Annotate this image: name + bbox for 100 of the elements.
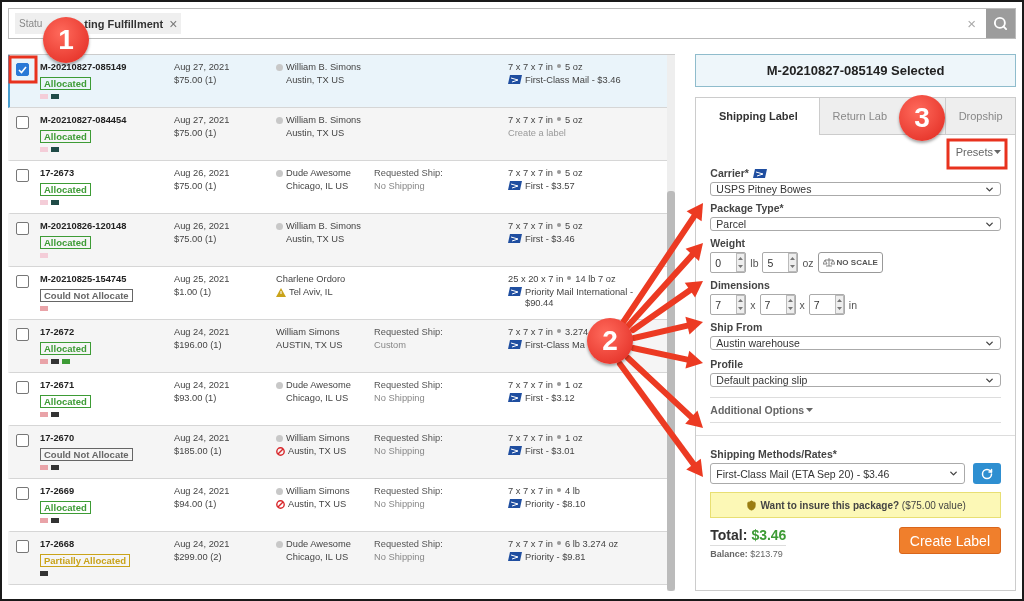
order-id[interactable]: 17-2673 xyxy=(40,168,75,180)
order-id[interactable]: 17-2672 xyxy=(40,327,75,339)
order-date: Aug 24, 2021 xyxy=(174,539,230,551)
carrier-icon xyxy=(508,551,522,561)
order-id[interactable]: 17-2669 xyxy=(40,486,75,498)
order-id[interactable]: M-20210825-154745 xyxy=(40,274,127,286)
status-badge: Allocated xyxy=(40,341,91,355)
customer-city: Austin, TX US xyxy=(288,498,347,510)
caret-icon xyxy=(994,150,1001,154)
package-weight: 14 lb 7 oz xyxy=(575,274,616,286)
customer-city: Austin, TX US xyxy=(288,445,347,457)
insurance-banner[interactable]: Want to insure this package? ($75.00 value) xyxy=(710,492,1001,518)
row-checkbox[interactable] xyxy=(16,275,29,288)
carrier-icon xyxy=(508,180,522,190)
carrier-icon xyxy=(508,339,522,349)
row-checkbox[interactable] xyxy=(16,222,29,235)
package-dimensions: 7 x 7 x 7 in xyxy=(508,62,553,74)
refresh-button[interactable] xyxy=(973,463,1001,484)
dimension-field[interactable]: 7 xyxy=(710,294,747,315)
order-total: $75.00 (1) xyxy=(174,74,217,86)
row-checkbox[interactable] xyxy=(16,434,29,447)
package-type-select[interactable]: Parcel xyxy=(710,217,1001,231)
chevron-icon xyxy=(948,468,959,479)
caret-icon xyxy=(806,408,814,412)
order-id[interactable]: 17-2670 xyxy=(40,433,75,445)
order-id[interactable]: M-20210826-120148 xyxy=(40,221,127,233)
field-label: Dimensions xyxy=(710,279,771,291)
order-id[interactable]: 17-2671 xyxy=(40,380,75,392)
times-sign: x xyxy=(750,298,756,311)
customer-name: William B. Simons xyxy=(286,115,361,127)
weight-lb-field[interactable]: 0 xyxy=(710,252,747,273)
carrier-icon xyxy=(508,498,522,508)
order-total: $299.00 (2) xyxy=(174,551,222,563)
package-dimensions: 7 x 7 x 7 in xyxy=(508,380,553,392)
status-badge: Allocated xyxy=(40,76,91,90)
spinner-icon[interactable] xyxy=(788,253,798,272)
requested-ship-value: Custom xyxy=(374,339,407,351)
shield-icon xyxy=(745,499,757,511)
customer-city: Austin, TX US xyxy=(286,127,345,139)
carrier-select[interactable]: USPS Pitney Bowes xyxy=(710,182,1001,196)
row-checkbox[interactable] xyxy=(16,63,29,76)
requested-ship-value: No Shipping xyxy=(374,498,425,510)
no-scale-button[interactable]: NO SCALE xyxy=(817,252,883,273)
dimension-field[interactable]: 7 xyxy=(808,294,845,315)
customer-city: Chicago, IL US xyxy=(286,392,349,404)
order-date: Aug 24, 2021 xyxy=(174,327,230,339)
profile-select[interactable]: Default packing slip xyxy=(710,373,1001,387)
order-row[interactable]: M-20210826-120148 Allocated Aug 26, 2021 $75.00 (1) William B. Simons Austin, TX US 7 x 7 x 7 in 5 oz First - $3.46 xyxy=(8,214,668,267)
status-badge: Allocated xyxy=(40,235,91,249)
requested-ship-label: Requested Ship: xyxy=(374,486,443,498)
customer-name: William B. Simons xyxy=(286,62,361,74)
row-checkbox[interactable] xyxy=(16,328,29,341)
order-row[interactable]: 17-2670 Could Not Allocate Aug 24, 2021 $185.00 (1) William Simons Austin, TX US Requested Ship: No Shipping 7 x 7 x 7 in 1 oz First - $3.01 xyxy=(8,426,668,479)
presets-dropdown[interactable]: Presets xyxy=(955,143,1001,161)
requested-ship-label: Requested Ship: xyxy=(374,168,443,180)
package-dimensions: 7 x 7 x 7 in xyxy=(508,433,553,445)
spinner-icon[interactable] xyxy=(834,295,844,314)
field-label: Profile xyxy=(710,358,744,370)
order-total: $1.00 (1) xyxy=(174,286,212,298)
row-checkbox[interactable] xyxy=(16,487,29,500)
scrollbar[interactable] xyxy=(667,55,676,591)
insurance-text: Want to insure this package? ($75.00 value) xyxy=(760,499,966,511)
remove-filter-button[interactable]: × xyxy=(169,15,178,32)
callout-number: 3 xyxy=(899,95,945,141)
spinner-icon[interactable] xyxy=(785,295,795,314)
additional-options-toggle[interactable]: Additional Options xyxy=(710,398,1001,422)
order-id[interactable]: M-20210827-084454 xyxy=(40,115,127,127)
search-button[interactable] xyxy=(986,9,1015,38)
unit-label: oz xyxy=(802,256,814,269)
package-weight: 5 oz xyxy=(564,62,583,74)
shipping-rate: First - $3.46 xyxy=(525,233,575,245)
customer-city: Austin, TX US xyxy=(286,74,345,86)
dimension-field[interactable]: 7 xyxy=(759,294,796,315)
carrier-icon xyxy=(508,74,522,84)
order-row[interactable]: M-20210827-084454 Allocated Aug 27, 2021 $75.00 (1) William B. Simons Austin, TX US 7 x 7 x 7 in 5 oz Create a label xyxy=(8,108,668,161)
spinner-icon[interactable] xyxy=(736,295,746,314)
shipping-rate-select[interactable]: First-Class Mail (ETA Sep 20) - $3.46 xyxy=(710,463,965,484)
order-row[interactable]: M-20210827-085149 Allocated Aug 27, 2021 $75.00 (1) William B. Simons Austin, TX US 7 x 7 x 7 in 5 oz First-Class Mail - $3.46 xyxy=(8,55,668,108)
requested-ship-label: Requested Ship: xyxy=(374,433,443,445)
package-weight: 1 oz xyxy=(564,433,583,445)
spinner-icon[interactable] xyxy=(736,253,746,272)
scale-icon xyxy=(822,258,835,267)
bullet-icon xyxy=(556,117,561,121)
weight-oz-field[interactable]: 5 xyxy=(762,252,799,273)
ship-from-select[interactable]: Austin warehouse xyxy=(710,336,1001,350)
row-checkbox[interactable] xyxy=(16,540,29,553)
package-dimensions: 7 x 7 x 7 in xyxy=(508,486,553,498)
package-dimensions: 7 x 7 x 7 in xyxy=(508,221,553,233)
order-total: $196.00 (1) xyxy=(174,339,222,351)
shipping-rate: First - $3.01 xyxy=(525,445,575,457)
shipping-rate: Priority - $9.81 xyxy=(525,551,586,563)
row-checkbox[interactable] xyxy=(16,116,29,129)
order-id[interactable]: M-20210827-085149 xyxy=(40,62,127,74)
unit-label: lb xyxy=(750,256,759,269)
order-id[interactable]: 17-2668 xyxy=(40,539,75,551)
requested-ship-value: No Shipping xyxy=(374,551,425,563)
row-checkbox[interactable] xyxy=(16,169,29,182)
row-checkbox[interactable] xyxy=(16,381,29,394)
status-badge: Could Not Allocate xyxy=(40,447,133,461)
order-row[interactable]: 17-2668 Partially Allocated Aug 24, 2021 $299.00 (2) Dude Awesome Chicago, IL US Requested Ship: No Shipping 7 x 7 x 7 in 6 lb 3.274 oz Priority - $9.81 xyxy=(8,532,668,585)
